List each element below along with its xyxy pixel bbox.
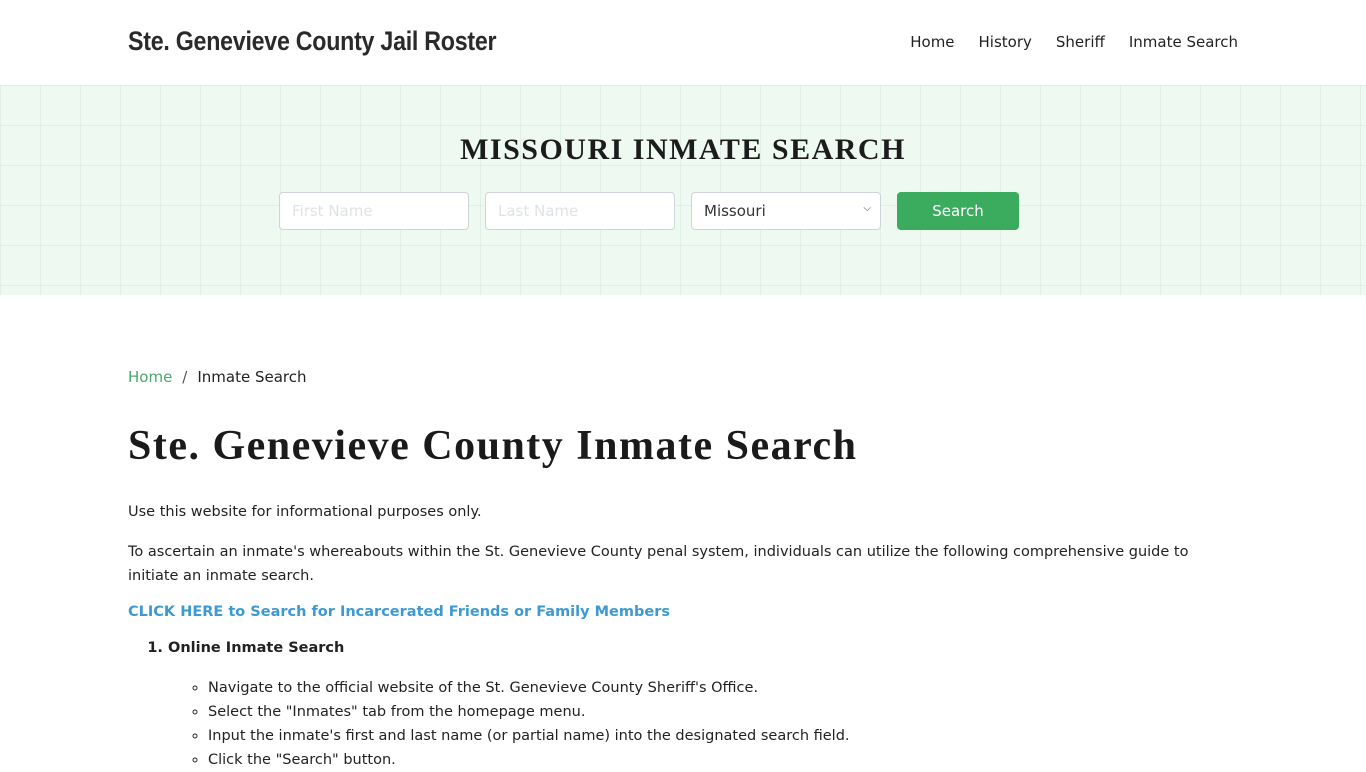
- main-content: Home / Inmate Search Ste. Genevieve Coun…: [128, 368, 1238, 772]
- inmate-search-form: Missouri ⌵ Search: [279, 192, 1019, 230]
- list-item: Click the "Search" button.: [208, 748, 1238, 772]
- step-item: Online Inmate Search Navigate to the off…: [168, 636, 1238, 772]
- site-header: Ste. Genevieve County Jail Roster Home H…: [0, 0, 1366, 85]
- first-name-input[interactable]: [279, 192, 469, 230]
- search-cta-link[interactable]: CLICK HERE to Search for Incarcerated Fr…: [128, 604, 1238, 620]
- state-select-wrap: Missouri ⌵: [691, 192, 881, 230]
- nav-home[interactable]: Home: [910, 33, 954, 51]
- steps-list: Online Inmate Search Navigate to the off…: [168, 636, 1238, 772]
- breadcrumb-current: Inmate Search: [197, 368, 307, 386]
- nav-history[interactable]: History: [979, 33, 1032, 51]
- search-button[interactable]: Search: [897, 192, 1019, 230]
- step-title: Online Inmate Search: [168, 640, 345, 656]
- nav-sheriff[interactable]: Sheriff: [1056, 33, 1105, 51]
- hero-title: MISSOURI INMATE SEARCH: [460, 133, 906, 166]
- main-nav: Home History Sheriff Inmate Search: [886, 33, 1238, 51]
- guide-paragraph: To ascertain an inmate's whereabouts wit…: [128, 544, 1189, 584]
- list-item: Navigate to the official website of the …: [208, 676, 1238, 700]
- page-title: Ste. Genevieve County Inmate Search: [128, 423, 858, 469]
- intro-text: Use this website for informational purpo…: [128, 504, 482, 520]
- nav-inmate-search[interactable]: Inmate Search: [1129, 33, 1238, 51]
- breadcrumb-home[interactable]: Home: [128, 368, 172, 386]
- list-item: Select the "Inmates" tab from the homepa…: [208, 700, 1238, 724]
- hero-search: MISSOURI INMATE SEARCH Missouri ⌵ Search: [0, 85, 1366, 295]
- step-sublist: Navigate to the official website of the …: [208, 676, 1238, 772]
- breadcrumb-separator: /: [182, 368, 188, 386]
- last-name-input[interactable]: [485, 192, 675, 230]
- list-item: Input the inmate's first and last name (…: [208, 724, 1238, 748]
- site-brand[interactable]: Ste. Genevieve County Jail Roster: [128, 26, 497, 57]
- breadcrumb: Home / Inmate Search: [128, 368, 1238, 386]
- state-select[interactable]: Missouri: [691, 192, 881, 230]
